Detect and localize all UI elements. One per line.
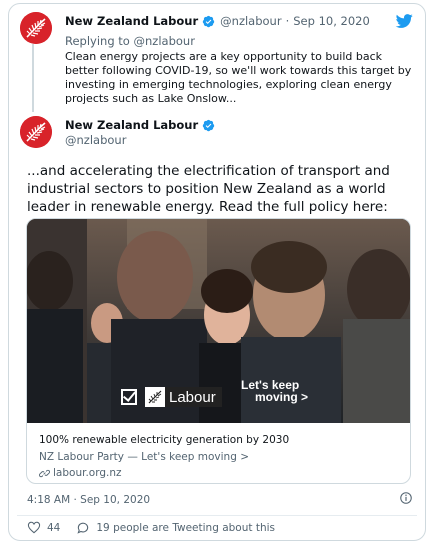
labour-fern-icon [20,116,52,148]
link-icon [39,468,50,479]
labour-fern-icon [148,390,162,404]
verified-icon [202,15,215,28]
link-preview-image[interactable]: Labour Let's keep moving > [27,219,410,423]
thread-line [32,44,34,112]
labour-logo-overlay: Labour [121,387,222,407]
main-author-row: New Zealand Labour [65,118,215,132]
labour-badge-text: Labour [169,388,216,406]
tweeting-about-link[interactable]: 19 people are Tweeting about this [76,521,275,535]
link-preview-description[interactable]: NZ Labour Party — Let's keep moving > [39,450,398,464]
link-preview-info[interactable]: 100% renewable electricity generation by… [27,423,410,480]
checkbox-icon [121,389,137,405]
avatar[interactable] [20,116,52,148]
reply-author-row: New Zealand Labour @nzlabour · Sep 10, 2… [65,14,370,28]
like-button[interactable]: 44 [27,521,60,535]
info-icon[interactable] [399,491,413,505]
link-preview-title[interactable]: 100% renewable electricity generation by… [39,433,398,447]
author-name[interactable]: New Zealand Labour [65,14,198,28]
author-handle[interactable]: @nzlabour [220,14,281,28]
author-handle[interactable]: @nzlabour [65,133,126,147]
main-tweet-text: ...and accelerating the electrification … [27,163,390,215]
like-count: 44 [47,522,61,534]
twitter-bird-icon[interactable] [395,12,413,30]
replying-to-mention[interactable]: @nzlabour [134,34,195,48]
reply-tweet-text: Clean energy projects are a key opportun… [65,50,412,105]
link-preview-domain[interactable]: labour.org.nz [39,466,398,480]
link-preview-card[interactable]: Labour Let's keep moving > 100% renewabl… [26,218,411,484]
tweeting-about-text: 19 people are Tweeting about this [96,522,275,534]
author-name[interactable]: New Zealand Labour [65,118,198,132]
tweet-embed-card: New Zealand Labour @nzlabour · Sep 10, 2… [8,3,426,541]
labour-badge: Labour [145,387,222,407]
replying-to: Replying to @nzlabour [65,34,195,48]
verified-icon [202,119,215,132]
action-bar: 44 19 people are Tweeting about this [27,521,291,535]
labour-fern-icon [20,12,52,44]
slogan-overlay: Let's keep moving > [241,378,309,404]
divider [17,515,417,516]
tweet-timestamp[interactable]: 4:18 AM · Sep 10, 2020 [27,494,150,506]
heart-icon [27,521,41,534]
tweet-date[interactable]: Sep 10, 2020 [293,14,370,28]
speech-bubble-icon [77,522,89,534]
avatar[interactable] [20,12,52,44]
